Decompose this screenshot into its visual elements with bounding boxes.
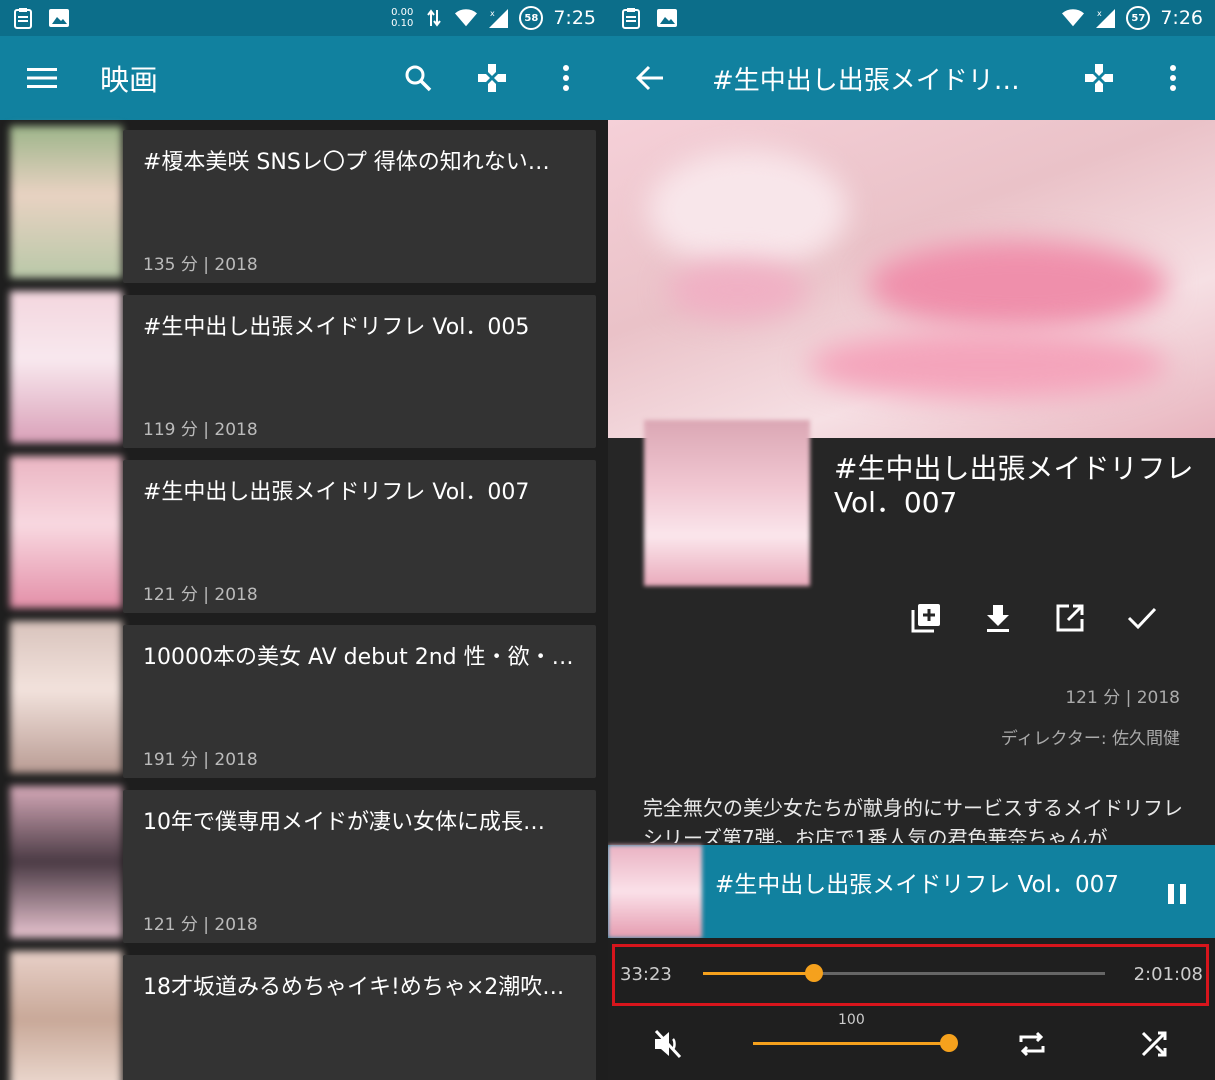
battery-indicator: 57 [1126,6,1151,30]
total-time: 2:01:08 [1133,964,1203,985]
data-arrows-icon [423,7,445,29]
open-external-icon[interactable] [1052,600,1088,636]
pause-icon[interactable] [1159,875,1195,911]
description: 完全無欠の美少女たちが献身的にサービスするメイドリフレシリーズ第7弾。お店で1番… [643,796,1183,843]
svg-text:x: x [490,9,495,18]
movie-title: 10000本の美女 AV debut 2nd 性・欲・… [143,645,573,670]
seek-thumb[interactable] [804,964,823,982]
movie-title: #生中出し出張メイドリフレ Vol．007 [834,452,1194,519]
more-vert-icon[interactable] [548,60,584,96]
more-vert-icon[interactable] [1155,60,1191,96]
add-to-playlist-icon[interactable] [908,600,944,636]
movie-title: #生中出し出張メイドリフレ Vol．007 [143,480,530,505]
seek-progress [703,972,814,975]
list-item[interactable]: 10000本の美女 AV debut 2nd 性・欲・… 191 分 | 201… [0,615,600,778]
movie-thumbnail [10,786,122,938]
list-item[interactable]: 10年で僕専用メイドが凄い女体に成長… 121 分 | 2018 [0,780,600,943]
repeat-icon[interactable] [1014,1026,1050,1062]
volume-thumb[interactable] [940,1034,958,1052]
list-item[interactable]: 18才坂道みるめちゃイキ!めちゃ×2潮吹… [0,945,600,1080]
movie-title: #榎本美咲 SNSレ〇プ 得体の知れない… [143,150,550,175]
movie-meta: 121 分 | 2018 [143,585,258,605]
now-playing-thumbnail [608,845,702,938]
movie-meta: 119 分 | 2018 [143,420,258,440]
mute-icon[interactable] [650,1026,686,1062]
app-bar: 映画 [0,36,608,120]
wifi-icon [1062,7,1085,29]
backdrop-image [608,120,1215,438]
list-item[interactable]: #榎本美咲 SNSレ〇プ 得体の知れない… 135 分 | 2018 [0,120,600,283]
movie-thumbnail [10,456,122,608]
movie-meta: 121 分 | 2018 [143,915,258,935]
check-icon[interactable] [1124,600,1160,636]
library-screen: 0.00 0.10 x 58 7:25 映画 #榎本美咲 SNSレ〇プ 得体の知… [0,0,608,1080]
movie-title: 10年で僕専用メイドが凄い女体に成長… [143,810,545,835]
shuffle-icon[interactable] [1136,1026,1172,1062]
cast-controller-icon[interactable] [474,60,510,96]
image-icon [656,7,678,29]
movie-thumbnail [10,291,122,443]
movie-thumbnail [10,621,122,773]
seek-bar-highlight [612,944,1209,1006]
download-icon[interactable] [980,600,1016,636]
network-speed: 0.00 0.10 [391,7,414,29]
clock: 7:26 [1160,7,1203,29]
movie-thumbnail [10,126,122,278]
list-item[interactable]: #生中出し出張メイドリフレ Vol．005 119 分 | 2018 [0,285,600,448]
wifi-icon [455,7,478,29]
image-icon [48,7,70,29]
seek-bar[interactable] [703,964,1105,982]
now-playing-title: #生中出し出張メイドリフレ Vol．007 [715,872,1119,898]
duration-year: 121 分 | 2018 [1065,688,1180,708]
clipboard-icon [12,7,34,29]
page-title: #生中出し出張メイドリ… [712,65,1020,96]
movie-thumbnail [10,951,122,1080]
back-arrow-icon[interactable] [632,60,668,96]
clipboard-icon [620,7,642,29]
page-title: 映画 [100,63,159,97]
menu-icon[interactable] [24,60,60,96]
volume-label: 100 [838,1012,865,1028]
signal-icon: x [487,7,509,29]
player-controls: 33:23 2:01:08 100 [608,938,1215,1080]
clock: 7:25 [553,7,596,29]
list-item[interactable]: #生中出し出張メイドリフレ Vol．007 121 分 | 2018 [0,450,600,613]
movie-detail-screen: x 57 7:26 #生中出し出張メイドリ… #生中出し出張メイドリフレ Vol… [608,0,1215,1080]
status-bar: x 57 7:26 [608,0,1215,36]
app-bar: #生中出し出張メイドリ… [608,36,1215,120]
status-bar: 0.00 0.10 x 58 7:25 [0,0,608,36]
battery-indicator: 58 [519,6,544,30]
volume-level [753,1042,949,1045]
movie-title: 18才坂道みるめちゃイキ!めちゃ×2潮吹… [143,975,565,1000]
director: ディレクター: 佐久間健 [1000,729,1180,749]
movie-title: #生中出し出張メイドリフレ Vol．005 [143,315,530,340]
volume-slider[interactable] [753,1034,958,1052]
svg-text:x: x [1097,9,1102,18]
movie-meta: 135 分 | 2018 [143,255,258,275]
now-playing-bar[interactable]: #生中出し出張メイドリフレ Vol．007 [608,845,1215,938]
search-icon[interactable] [400,60,436,96]
cast-controller-icon[interactable] [1081,60,1117,96]
elapsed-time: 33:23 [620,964,672,985]
poster-image [644,420,810,586]
signal-icon: x [1094,7,1116,29]
movie-meta: 191 分 | 2018 [143,750,258,770]
